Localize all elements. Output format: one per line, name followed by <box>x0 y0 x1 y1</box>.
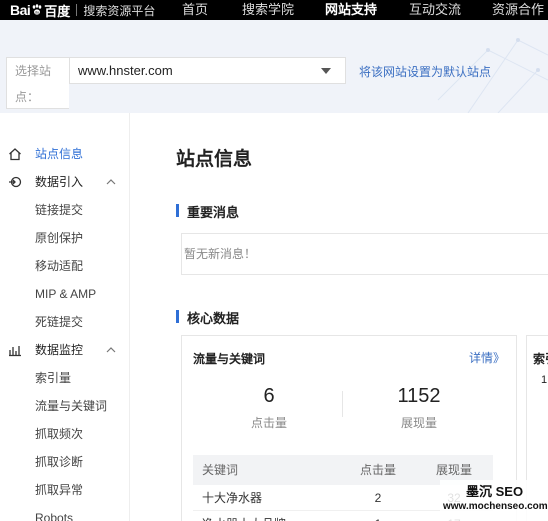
stat-divider <box>342 391 343 417</box>
paw-icon: du <box>32 4 42 15</box>
card-title: 索引量 <box>533 352 548 366</box>
sidebar-item-mobile-adaptation[interactable]: 移动适配 <box>0 252 130 280</box>
site-select-label: 选择站 点： <box>6 57 69 109</box>
watermark: 墨沉 SEO www.mochenseo.com <box>440 480 548 521</box>
sidebar-item-label: 数据监控 <box>35 343 84 357</box>
site-label-line1: 选择站 <box>15 64 52 78</box>
sidebar-item-label: 抓取频次 <box>35 427 84 441</box>
logo-divider <box>76 4 78 16</box>
sidebar-item-label: 移动适配 <box>35 259 84 273</box>
impressions-value: 1152 <box>397 385 441 407</box>
sidebar-item-data-import[interactable]: 数据引入 <box>0 168 130 196</box>
sidebar-item-mip-amp[interactable]: MIP & AMP <box>0 280 130 308</box>
logo-du-text: 百度 <box>44 3 71 19</box>
section-title-core-data: 核心数据 <box>176 308 239 327</box>
sidebar-item-label: 死链提交 <box>35 315 84 329</box>
impressions-label: 展现量 <box>400 416 437 430</box>
sidebar-item-label: Robots <box>35 511 74 521</box>
sidebar-item-crawl-diagnosis[interactable]: 抓取诊断 <box>0 448 130 476</box>
set-default-site-link[interactable]: 将该网站设置为默认站点 <box>359 63 491 80</box>
site-select-dropdown[interactable]: www.hnster.com <box>69 57 346 84</box>
nav-interaction[interactable]: 互动交流 <box>409 0 461 20</box>
baidu-logo[interactable]: Bai du 百度 搜索资源平台 <box>10 2 156 19</box>
sidebar-item-traffic-keywords[interactable]: 流量与关键词 <box>0 392 130 420</box>
details-link[interactable]: 详情》 <box>469 349 505 366</box>
bar-chart-icon <box>9 346 21 357</box>
sidebar-item-original-protection[interactable]: 原创保护 <box>0 224 130 252</box>
sidebar-item-dead-link-submit[interactable]: 死链提交 <box>0 308 130 336</box>
site-label-line2: 点： <box>15 90 40 104</box>
sidebar: 站点信息 数据引入 链接提交 原创保护 移动适配 MIP & AMP 死链提交 … <box>0 113 130 521</box>
chevron-up-icon <box>106 179 116 185</box>
svg-text:du: du <box>35 10 39 15</box>
message-box: 暂无新消息！ <box>181 233 548 275</box>
sidebar-item-label: 抓取诊断 <box>35 455 84 469</box>
sidebar-item-label: 链接提交 <box>35 203 84 217</box>
sidebar-item-label: 索引量 <box>35 371 72 385</box>
index-value: 1 <box>541 374 548 386</box>
section-title-important: 重要消息 <box>176 202 239 221</box>
nav-home[interactable]: 首页 <box>182 0 208 20</box>
chevron-up-icon <box>106 347 116 353</box>
data-import-icon <box>9 176 22 188</box>
sidebar-item-label: 抓取异常 <box>35 483 84 497</box>
sidebar-item-label: 原创保护 <box>35 231 84 245</box>
page-title: 站点信息 <box>176 149 253 170</box>
sidebar-item-label: 流量与关键词 <box>35 399 108 413</box>
site-selector-band: 选择站 点： www.hnster.com 将该网站设置为默认站点 <box>0 20 548 113</box>
keyword-cell: 十大净水器 <box>202 491 263 505</box>
clicks-cell: 1 <box>343 511 413 521</box>
keyword-cell: 净水器十大品牌 <box>202 511 286 521</box>
watermark-url: www.mochenseo.com <box>443 501 548 512</box>
column-header-clicks: 点击量 <box>359 463 396 477</box>
sidebar-item-label: MIP & AMP <box>35 287 97 301</box>
clicks-cell: 2 <box>374 491 382 505</box>
logo-subtitle: 搜索资源平台 <box>83 3 156 18</box>
logo-bai-text: Bai <box>10 2 31 18</box>
sidebar-item-link-submit[interactable]: 链接提交 <box>0 196 130 224</box>
sidebar-item-label: 站点信息 <box>35 147 84 161</box>
card-title: 流量与关键词 <box>193 352 266 366</box>
chevron-down-icon <box>321 68 331 74</box>
clicks-value: 6 <box>263 385 275 407</box>
watermark-title: 墨沉 SEO <box>466 484 524 499</box>
sidebar-item-site-info[interactable]: 站点信息 <box>0 140 130 168</box>
nav-search-academy[interactable]: 搜索学院 <box>242 0 294 20</box>
nav-site-support[interactable]: 网站支持 <box>325 0 377 20</box>
sidebar-item-crawl-frequency[interactable]: 抓取频次 <box>0 420 130 448</box>
home-icon <box>9 148 21 161</box>
sidebar-item-index-volume[interactable]: 索引量 <box>0 364 130 392</box>
sidebar-item-crawl-errors[interactable]: 抓取异常 <box>0 476 130 504</box>
sidebar-item-robots[interactable]: Robots <box>0 504 130 521</box>
main-content: 站点信息 重要消息 暂无新消息！ 核心数据 流量与关键词 详情》 6 点击量 1… <box>131 113 548 521</box>
top-navigation-bar: Bai du 百度 搜索资源平台 首页 搜索学院 网站支持 互动交流 资源合作 <box>0 0 548 20</box>
column-header-keyword: 关键词 <box>202 463 239 477</box>
sidebar-item-label: 数据引入 <box>35 175 84 189</box>
selected-site-value: www.hnster.com <box>78 63 173 78</box>
no-messages-text: 暂无新消息！ <box>184 247 257 261</box>
nav-resource-cooperation[interactable]: 资源合作 <box>492 0 544 20</box>
sidebar-item-data-monitor[interactable]: 数据监控 <box>0 336 130 364</box>
clicks-label: 点击量 <box>250 416 287 430</box>
